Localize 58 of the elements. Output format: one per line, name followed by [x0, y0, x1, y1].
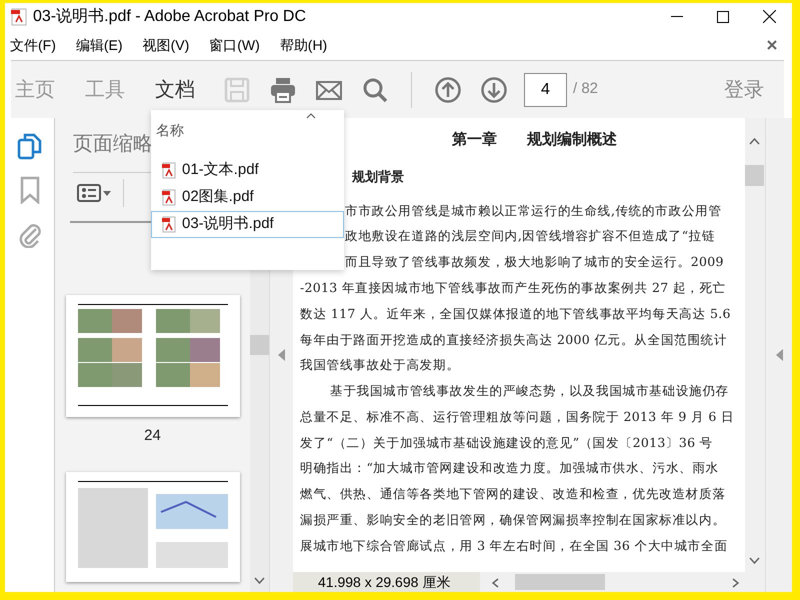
window-title: 03-说明书.pdf - Adobe Acrobat Pro DC	[33, 6, 306, 26]
arrow-up-icon[interactable]	[434, 76, 462, 104]
text-line: 政地敷设在道路的浅层空间内,因管线增容扩容不但造成了“拉链	[345, 227, 716, 246]
file-item[interactable]: 01-文本.pdf	[151, 157, 344, 184]
pdf-file-icon	[162, 216, 176, 233]
text-line: 发了“（二）关于加强城市基础设施建设的意见”（国发〔2013〕36 号	[300, 434, 713, 452]
scroll-down-icon[interactable]	[749, 557, 760, 564]
text-line: 每年由于路面开挖造成的直接经济损失高达 2000 亿元。从全国范围统计	[300, 330, 728, 348]
text-line: -2013 年直接因城市地下管线事故而产生死伤的事故案例共 27 起，死亡	[300, 278, 726, 297]
text-line: 数达 117 人。近年来，全国仅媒体报道的地下管线事故平均每天高达 5.6	[300, 304, 731, 323]
text-line: 明确指出：“加大城市管网建设和改造力度。加强城市供水、污水、雨水	[300, 459, 719, 478]
close-document-button[interactable]	[767, 40, 777, 50]
chapter-heading: 第一章 规划编制概述	[451, 129, 618, 150]
page-number: 24	[144, 426, 161, 446]
scrollbar-thumb[interactable]	[250, 335, 269, 355]
toolbar-tab[interactable]: 文档	[155, 74, 195, 104]
text-line: 我国管线事故处于高发期。	[300, 356, 460, 374]
menu-item[interactable]: 文件(F)	[10, 34, 56, 56]
menu-item[interactable]: 窗口(W)	[209, 34, 260, 56]
collapse-arrow-icon[interactable]	[278, 349, 285, 361]
maximize-icon	[717, 10, 729, 22]
minimize-icon	[671, 16, 683, 18]
pdf-file-icon	[11, 8, 27, 26]
menu-item[interactable]: 编辑(E)	[76, 34, 123, 56]
file-item[interactable]: 03-说明书.pdf	[151, 211, 344, 238]
scroll-up-icon[interactable]	[749, 138, 760, 145]
pages-icon[interactable]	[16, 132, 44, 160]
printer-icon[interactable]	[269, 76, 297, 104]
text-line: 总量不足、标准不高、运行管理粗放等问题，国务院于 2013 年 9 月 6 日	[300, 408, 734, 426]
text-line: 漏损严重、影响安全的老旧管网，确保管网漏损率控制在国家标准以内。	[300, 511, 726, 530]
menu-item[interactable]: 视图(V)	[142, 34, 190, 56]
thumbnail-options-button[interactable]	[77, 184, 111, 202]
pdf-file-icon	[162, 162, 176, 179]
text-line: 市市政公用管线是城市赖以正常运行的生命线,传统的市政公用管	[345, 202, 722, 220]
scroll-down-icon[interactable]	[254, 577, 265, 584]
page-count: / 82	[573, 79, 598, 100]
collapse-icon[interactable]	[306, 113, 316, 119]
column-header: 名称	[156, 121, 185, 140]
file-item[interactable]: 02图集.pdf	[151, 184, 344, 211]
text-line: 展城市地下综合管廊试点，用 3 年左右时间，在全国 36 个大中城市全面	[300, 536, 728, 555]
text-line: 燃气、供热、通信等各类地下管网的建设、改造和检查，优先改造材质落	[300, 485, 726, 504]
caret-icon	[103, 190, 111, 196]
search-icon[interactable]	[361, 76, 389, 104]
pdf-file-icon	[162, 189, 176, 206]
text-line: 而且导致了管线事故频发，极大地影响了城市的安全运行。2009	[345, 253, 724, 272]
close-icon	[762, 10, 776, 23]
page-number-field[interactable]: 4	[524, 72, 567, 106]
scroll-left-icon[interactable]	[492, 578, 499, 588]
scroll-right-icon[interactable]	[732, 578, 739, 588]
scrollbar-thumb[interactable]	[515, 574, 605, 590]
text-line: 基于我国城市管线事故发生的严峻态势，以及我国城市基础设施仍存	[330, 382, 729, 400]
expand-panel-icon[interactable]	[776, 349, 782, 361]
panel-title: 页面缩略	[73, 132, 153, 157]
menu-item[interactable]: 帮助(H)	[280, 34, 328, 56]
section-heading: 规划背景	[352, 168, 404, 187]
scrollbar-thumb[interactable]	[745, 165, 764, 186]
arrow-down-icon[interactable]	[480, 76, 508, 104]
page-size-label: 41.998 x 29.698 厘米	[293, 572, 480, 592]
